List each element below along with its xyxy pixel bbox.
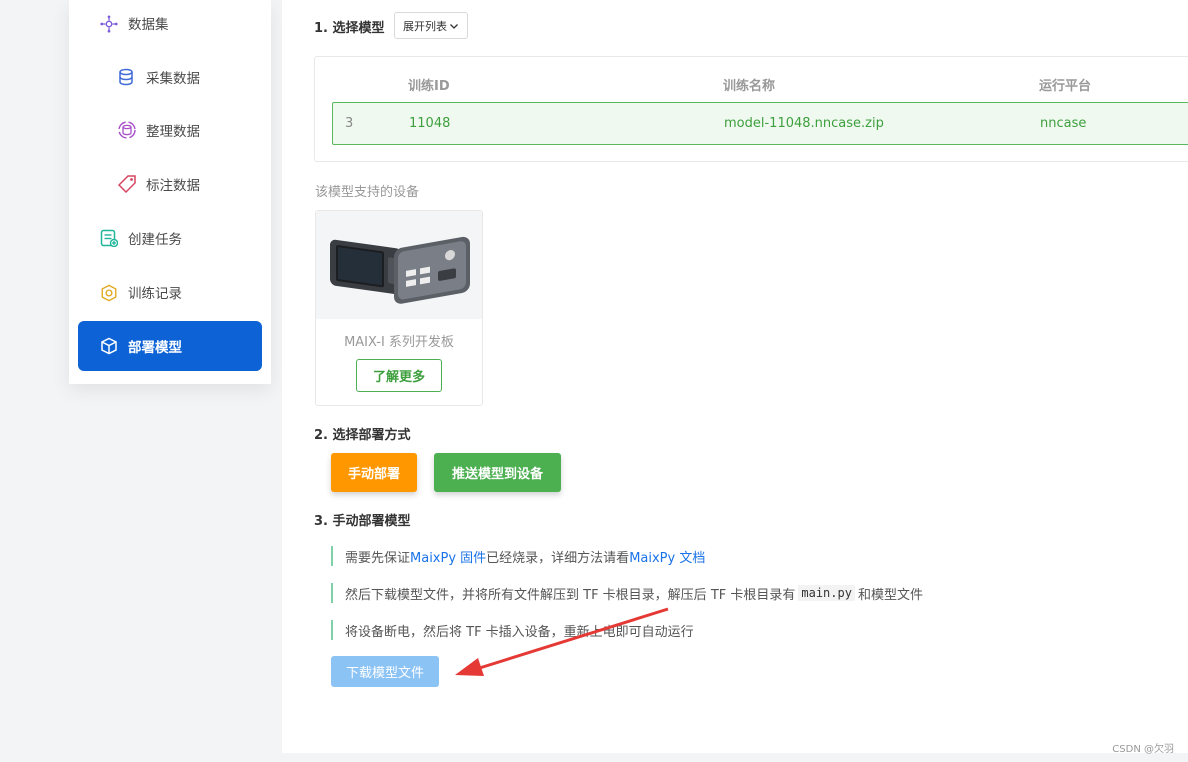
push-model-button[interactable]: 推送模型到设备	[434, 453, 561, 492]
sidebar-item-create-task[interactable]: 创建任务	[78, 213, 262, 263]
step2-title: 2. 选择部署方式	[314, 428, 411, 443]
sidebar-item-dataset[interactable]: 数据集	[78, 0, 262, 48]
instruction-text: 需要先保证	[345, 550, 411, 566]
record-icon	[100, 283, 118, 302]
download-model-button[interactable]: 下载模型文件	[331, 656, 439, 687]
sidebar-item-label: 采集数据	[146, 71, 200, 87]
instruction-text: 将设备断电，然后将 TF 卡插入设备，重新上电即可自动运行	[345, 624, 694, 640]
instruction-line-3: 将设备断电，然后将 TF 卡插入设备，重新上电即可自动运行	[331, 620, 694, 640]
sidebar: 数据集 采集数据 整理数据 标注数据 创建任务 训练记录 部署模型	[69, 0, 271, 384]
task-icon	[100, 229, 118, 247]
instruction-line-1: 需要先保证 MaixPy 固件 已经烧录，详细方法请看 MaixPy 文档	[331, 546, 705, 566]
device-image	[316, 211, 482, 319]
watermark: CSDN @欠羽	[1112, 744, 1174, 755]
header-platform: 运行平台	[1039, 78, 1092, 94]
sync-database-icon	[118, 121, 136, 139]
main-py-code: main.py	[798, 585, 855, 601]
maixpy-docs-link[interactable]: MaixPy 文档	[629, 547, 705, 566]
sidebar-item-label: 数据集	[128, 17, 169, 33]
sidebar-item-label: 训练记录	[128, 286, 182, 302]
device-name: MAIX-I 系列开发板	[344, 335, 454, 350]
instruction-text: 已经烧录，详细方法请看	[486, 550, 630, 566]
sidebar-item-label: 标注数据	[146, 178, 200, 194]
row-train-id: 11048	[409, 116, 451, 131]
main-panel: 1. 选择模型 展开列表 训练ID 训练名称 运行平台 3 11048 mode…	[282, 0, 1188, 753]
sidebar-item-label: 创建任务	[128, 232, 182, 248]
supported-devices-label: 该模型支持的设备	[315, 185, 420, 200]
model-table: 训练ID 训练名称 运行平台 3 11048 model-11048.nncas…	[314, 56, 1188, 162]
cube-icon	[100, 337, 118, 355]
tag-icon	[118, 175, 136, 193]
row-platform: nncase	[1040, 116, 1087, 131]
database-icon	[118, 68, 136, 86]
step1-title: 1. 选择模型	[314, 21, 385, 36]
instruction-text: 和模型文件	[857, 587, 923, 603]
step3-title: 3. 手动部署模型	[314, 514, 411, 529]
sidebar-item-label: 部署模型	[128, 340, 182, 356]
expand-list-button[interactable]: 展开列表	[394, 12, 468, 39]
sidebar-item-annotate[interactable]: 标注数据	[78, 159, 262, 209]
row-train-name: model-11048.nncase.zip	[724, 116, 884, 131]
table-header: 训练ID 训练名称 运行平台	[332, 74, 1188, 94]
sidebar-item-label: 整理数据	[146, 124, 200, 140]
header-train-name: 训练名称	[723, 78, 776, 94]
sidebar-item-training-records[interactable]: 训练记录	[78, 267, 262, 317]
device-card: MAIX-I 系列开发板 了解更多	[315, 210, 483, 406]
instruction-text: 然后下载模型文件，并将所有文件解压到 TF 卡根目录，解压后 TF 卡根目录有	[345, 587, 796, 603]
instruction-line-2: 然后下载模型文件，并将所有文件解压到 TF 卡根目录，解压后 TF 卡根目录有 …	[331, 583, 923, 603]
sidebar-item-collect[interactable]: 采集数据	[78, 52, 262, 102]
row-index: 3	[345, 116, 354, 131]
maixpy-firmware-link[interactable]: MaixPy 固件	[410, 547, 486, 566]
chevron-down-icon	[450, 23, 458, 29]
dataset-icon	[100, 14, 118, 33]
learn-more-button[interactable]: 了解更多	[356, 359, 442, 392]
expand-list-label: 展开列表	[403, 19, 447, 33]
sidebar-item-deploy-model[interactable]: 部署模型	[78, 321, 262, 371]
table-row[interactable]: 3 11048 model-11048.nncase.zip nncase	[332, 102, 1188, 145]
manual-deploy-button[interactable]: 手动部署	[331, 453, 417, 492]
header-train-id: 训练ID	[408, 78, 450, 94]
sidebar-item-organize[interactable]: 整理数据	[78, 105, 262, 155]
